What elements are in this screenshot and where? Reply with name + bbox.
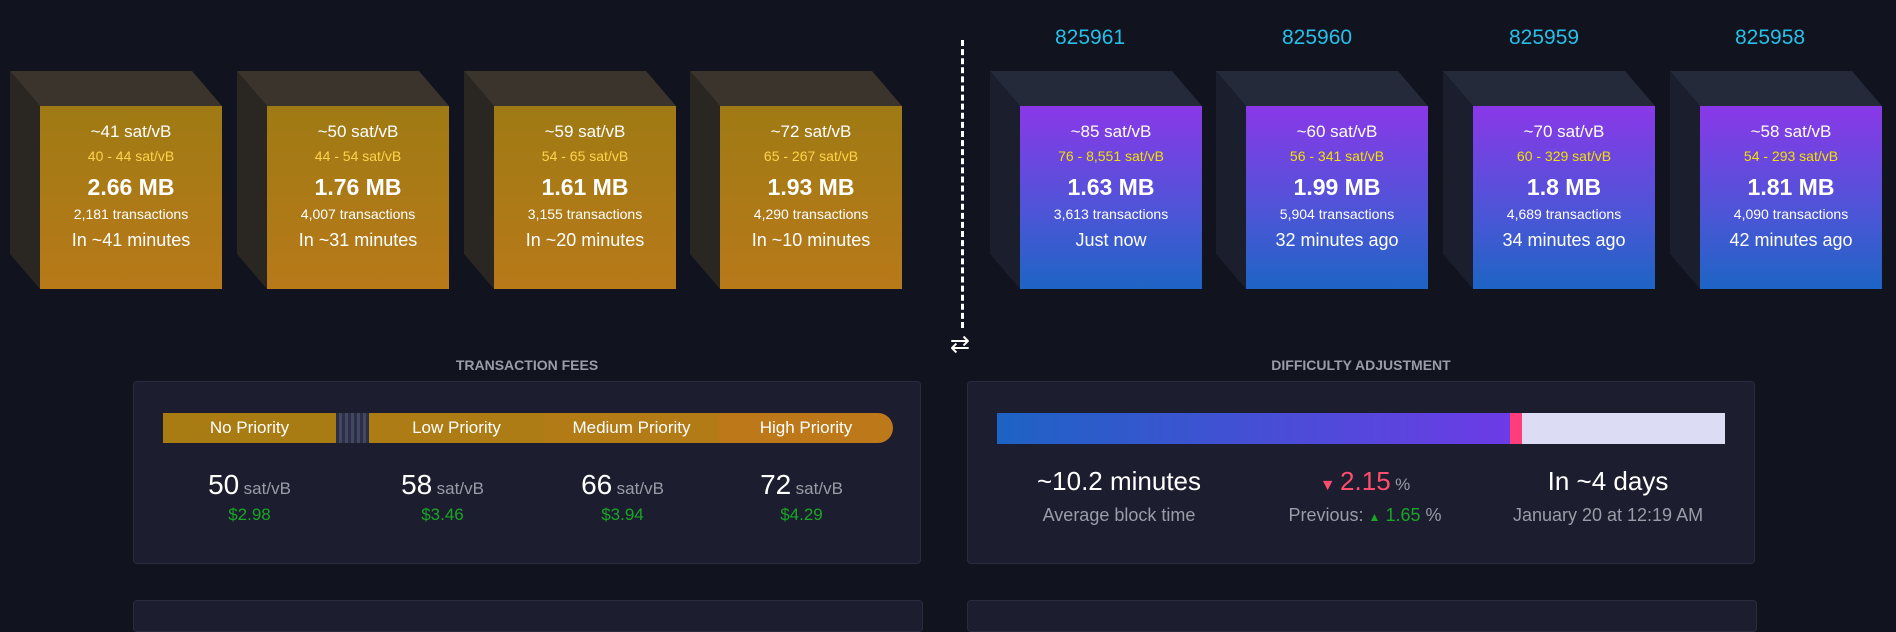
fee-range: 60 - 329 sat/vB: [1516, 148, 1612, 164]
block-size: 1.81 MB: [1747, 174, 1835, 200]
block-time-label: Average block time: [1042, 505, 1196, 525]
previous-value: 1.65: [1385, 505, 1421, 525]
tx-count: 2,181 transactions: [73, 206, 189, 222]
median-fee: ~85 sat/vB: [1070, 122, 1152, 141]
median-fee: ~60 sat/vB: [1296, 122, 1378, 141]
tx-count: 4,290 transactions: [753, 206, 869, 222]
tx-count: 3,155 transactions: [527, 206, 643, 222]
priority-high: High Priority: [719, 413, 893, 443]
fee-unit: sat/vB: [616, 479, 664, 498]
mempool-block[interactable]: ~50 sat/vB 44 - 54 sat/vB 1.76 MB 4,007 …: [237, 71, 449, 289]
fee-range: 40 - 44 sat/vB: [87, 148, 175, 164]
difficulty-section-title: DIFFICULTY ADJUSTMENT: [1271, 357, 1451, 373]
fee-value: 58: [401, 469, 433, 500]
fee-value: 66: [581, 469, 613, 500]
fee-low-priority: 58 sat/vB $3.46: [355, 469, 530, 525]
block-time: Just now: [1075, 230, 1147, 250]
fee-range: 65 - 267 sat/vB: [763, 148, 859, 164]
fee-no-priority: 50 sat/vB $2.98: [163, 469, 336, 525]
change-unit: %: [1395, 475, 1411, 494]
priority-medium: Medium Priority: [544, 413, 719, 443]
block-eta: In ~41 minutes: [71, 230, 191, 250]
block-size: 1.99 MB: [1293, 174, 1381, 200]
block-height-link[interactable]: 825961: [1055, 26, 1267, 50]
fees-section-title: TRANSACTION FEES: [455, 357, 599, 373]
block-eta: In ~20 minutes: [525, 230, 645, 250]
mined-block[interactable]: ~60 sat/vB 56 - 341 sat/vB 1.99 MB 5,904…: [1216, 71, 1428, 289]
block-size: 1.76 MB: [314, 174, 402, 200]
fee-unit: sat/vB: [436, 479, 484, 498]
down-arrow-icon: ▼: [1319, 477, 1336, 494]
mempool-block[interactable]: ~72 sat/vB 65 - 267 sat/vB 1.93 MB 4,290…: [690, 71, 902, 289]
priority-no: No Priority: [163, 413, 336, 443]
fee-range: 76 - 8,551 sat/vB: [1058, 148, 1164, 164]
mempool-blockchain-divider: [961, 40, 964, 328]
fee-usd: $3.46: [421, 505, 464, 524]
fee-value: 50: [208, 469, 240, 500]
block-time: 34 minutes ago: [1502, 230, 1626, 250]
fee-usd: $4.29: [780, 505, 823, 524]
up-arrow-icon: ▲: [1368, 510, 1381, 524]
median-fee: ~41 sat/vB: [90, 122, 172, 141]
fee-range: 54 - 293 sat/vB: [1743, 148, 1839, 164]
priority-low: Low Priority: [369, 413, 544, 443]
next-retarget: In ~4 days January 20 at 12:19 AM: [1488, 466, 1728, 526]
median-fee: ~50 sat/vB: [317, 122, 399, 141]
block-size: 2.66 MB: [87, 174, 175, 200]
tx-count: 4,007 transactions: [300, 206, 416, 222]
previous-unit: %: [1425, 505, 1442, 525]
block-eta: In ~31 minutes: [298, 230, 418, 250]
median-fee: ~70 sat/vB: [1523, 122, 1605, 141]
block-size: 1.63 MB: [1067, 174, 1155, 200]
tx-count: 4,090 transactions: [1733, 206, 1849, 222]
difficulty-progress-fill: [997, 413, 1514, 444]
block-time: 32 minutes ago: [1275, 230, 1399, 250]
mempool-block[interactable]: ~41 sat/vB 40 - 44 sat/vB 2.66 MB 2,181 …: [10, 71, 222, 289]
block-time: 42 minutes ago: [1729, 230, 1853, 250]
retarget-date: January 20 at 12:19 AM: [1512, 505, 1704, 525]
difficulty-change: ▼ 2.15 % Previous: ▲ 1.65 %: [1250, 466, 1480, 526]
median-fee: ~59 sat/vB: [544, 122, 626, 141]
fee-range: 56 - 341 sat/vB: [1289, 148, 1385, 164]
retarget-eta: In ~4 days: [1547, 466, 1669, 496]
block-height-link[interactable]: 825958: [1735, 26, 1896, 50]
block-height-link[interactable]: 825960: [1282, 26, 1494, 50]
fee-range: 54 - 65 sat/vB: [541, 148, 629, 164]
block-size: 1.93 MB: [767, 174, 855, 200]
difficulty-current-marker: [1510, 413, 1522, 444]
block-time-value: ~10.2 minutes: [1036, 466, 1202, 496]
tx-count: 3,613 transactions: [1053, 206, 1169, 222]
mined-block[interactable]: ~85 sat/vB 76 - 8,551 sat/vB 1.63 MB 3,6…: [990, 71, 1202, 289]
fee-medium-priority: 66 sat/vB $3.94: [535, 469, 710, 525]
fee-unit: sat/vB: [243, 479, 291, 498]
median-fee: ~72 sat/vB: [770, 122, 852, 141]
median-fee: ~58 sat/vB: [1750, 122, 1832, 141]
fee-range: 44 - 54 sat/vB: [314, 148, 402, 164]
block-size: 1.8 MB: [1526, 174, 1602, 200]
mempool-block[interactable]: ~59 sat/vB 54 - 65 sat/vB 1.61 MB 3,155 …: [464, 71, 676, 289]
fee-usd: $2.98: [228, 505, 271, 524]
fee-high-priority: 72 sat/vB $4.29: [714, 469, 889, 525]
swap-direction-icon[interactable]: ⇄: [950, 330, 970, 359]
tx-count: 5,904 transactions: [1279, 206, 1395, 222]
average-block-time: ~10.2 minutes Average block time: [1009, 466, 1229, 526]
fee-unit: sat/vB: [795, 479, 843, 498]
next-card-right: [967, 600, 1757, 632]
change-value: 2.15: [1340, 466, 1391, 496]
block-eta: In ~10 minutes: [751, 230, 871, 250]
block-size: 1.61 MB: [541, 174, 629, 200]
mined-block[interactable]: ~70 sat/vB 60 - 329 sat/vB 1.8 MB 4,689 …: [1443, 71, 1655, 289]
fee-usd: $3.94: [601, 505, 644, 524]
fee-value: 72: [760, 469, 792, 500]
difficulty-progress-bar: [997, 413, 1725, 444]
tx-count: 4,689 transactions: [1506, 206, 1622, 222]
block-height-link[interactable]: 825959: [1509, 26, 1721, 50]
priority-bar: No Priority Low Priority Medium Priority…: [163, 413, 893, 443]
mined-block[interactable]: ~58 sat/vB 54 - 293 sat/vB 1.81 MB 4,090…: [1670, 71, 1882, 289]
next-card-left: [133, 600, 923, 632]
priority-gap: [336, 413, 369, 443]
previous-label: Previous:: [1288, 505, 1364, 525]
